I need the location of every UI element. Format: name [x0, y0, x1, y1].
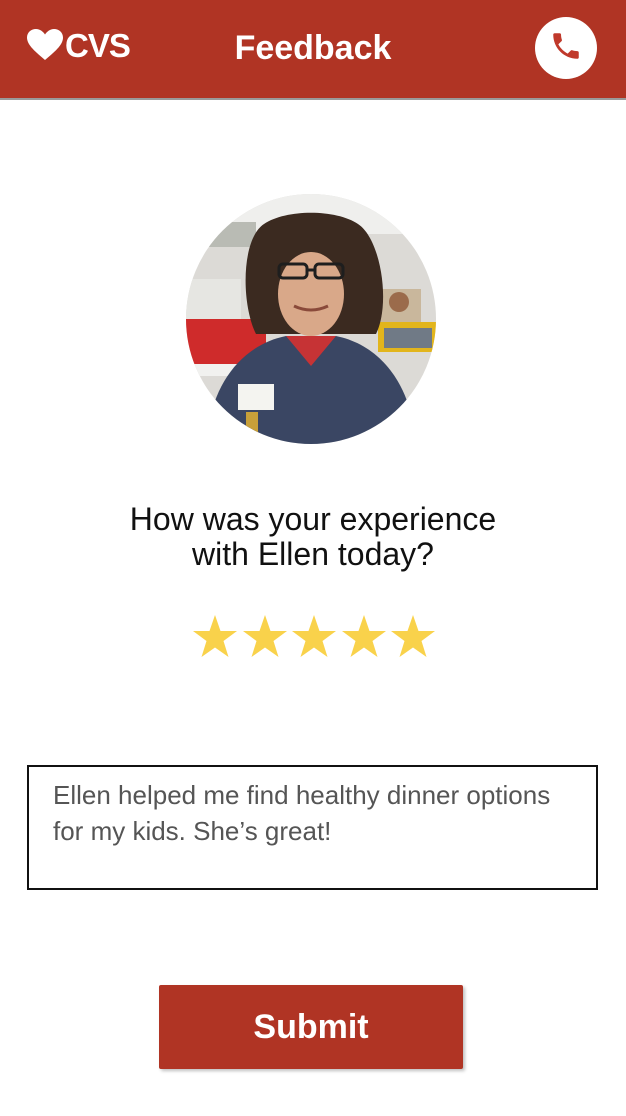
submit-button[interactable]: Submit: [159, 985, 463, 1069]
star-icon[interactable]: [389, 613, 437, 661]
star-icon[interactable]: [191, 613, 239, 661]
question-line-1: How was your experience: [129, 501, 497, 537]
call-button[interactable]: [535, 17, 597, 79]
phone-icon: [549, 29, 583, 68]
star-icon[interactable]: [340, 613, 388, 661]
page-title: Feedback: [234, 29, 392, 67]
star-icon[interactable]: [290, 613, 338, 661]
experience-question: How was your experience with Ellen today…: [0, 502, 626, 572]
feedback-comment-input[interactable]: Ellen helped me find healthy dinner opti…: [27, 765, 598, 890]
question-line-2: with Ellen today?: [192, 536, 434, 572]
star-icon[interactable]: [241, 613, 289, 661]
employee-avatar: [186, 194, 436, 444]
app-header: CVS Feedback: [0, 0, 626, 100]
star-rating[interactable]: [191, 613, 437, 663]
